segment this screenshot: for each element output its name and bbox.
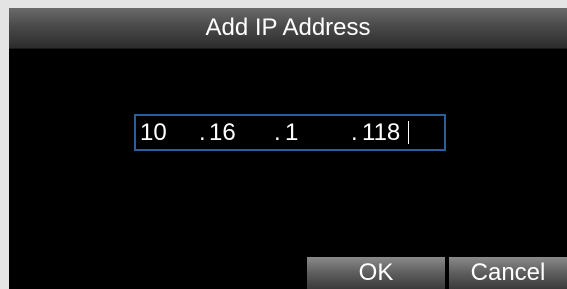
ip-octet-4[interactable]: 118 — [362, 116, 400, 149]
ip-octet-3[interactable]: 1 — [285, 116, 298, 149]
text-caret — [408, 121, 409, 144]
add-ip-dialog: Add IP Address 10 . 16 . 1 . 118 OK Canc… — [9, 8, 567, 289]
title-bar: Add IP Address — [9, 8, 567, 49]
dialog-title: Add IP Address — [205, 14, 371, 41]
ok-button[interactable]: OK — [307, 257, 445, 289]
ip-octet-1[interactable]: 10 — [140, 116, 167, 149]
ip-separator: . — [351, 119, 358, 146]
ip-separator: . — [199, 119, 206, 146]
ip-octet-2[interactable]: 16 — [209, 116, 236, 149]
ip-separator: . — [274, 119, 281, 146]
cancel-button[interactable]: Cancel — [449, 257, 567, 289]
ip-address-input[interactable]: 10 . 16 . 1 . 118 — [134, 114, 446, 151]
